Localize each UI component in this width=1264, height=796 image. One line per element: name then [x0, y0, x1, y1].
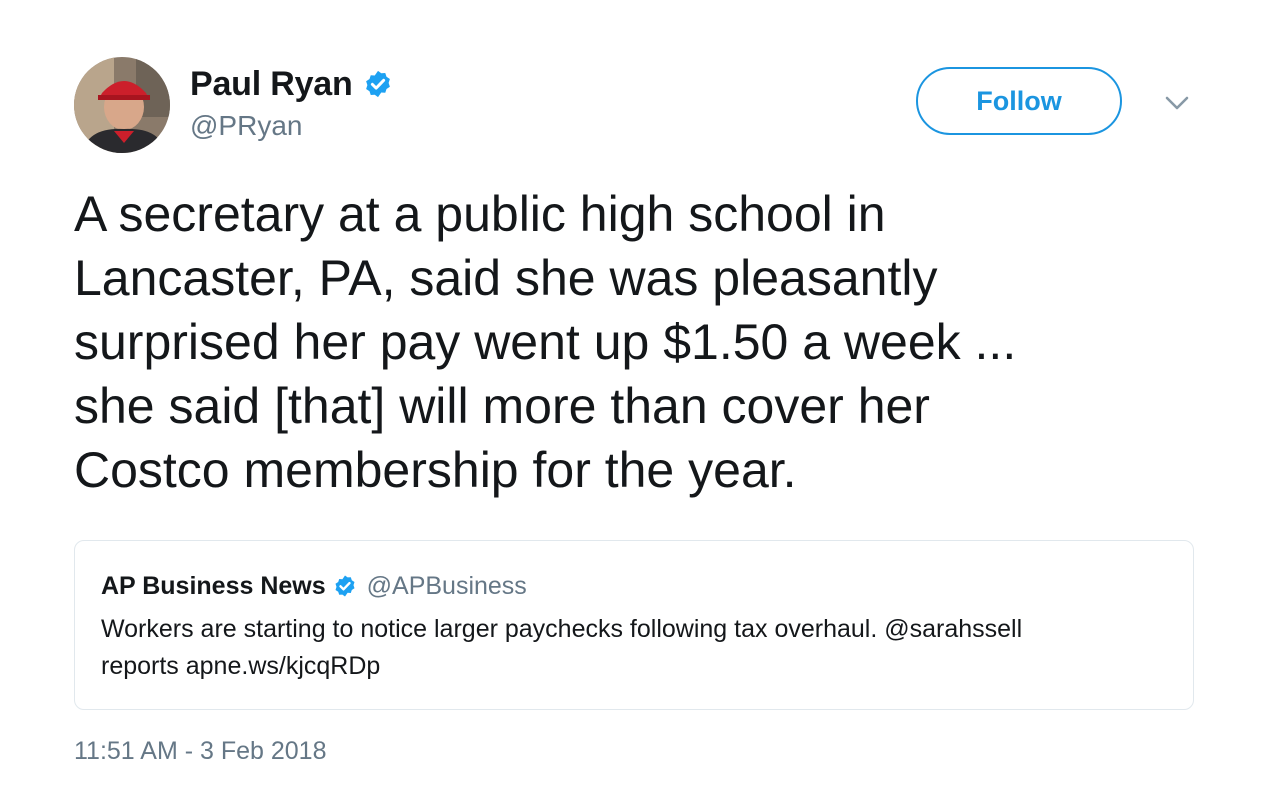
quoted-tweet-card[interactable]: AP Business News @APBusiness Workers are…: [74, 540, 1194, 710]
profile-photo: [74, 57, 170, 153]
quoted-tweet-text: Workers are starting to notice larger pa…: [101, 611, 1171, 685]
tweet-text-line: Lancaster, PA, said she was pleasantly: [74, 250, 938, 306]
quoted-tweet-header: AP Business News @APBusiness: [101, 569, 527, 603]
quoted-tweet-text-line: reports apne.ws/kjcqRDp: [101, 652, 381, 680]
tweet-timestamp[interactable]: 11:51 AM - 3 Feb 2018: [74, 737, 326, 766]
quoted-tweet-text-line: Workers are starting to notice larger pa…: [101, 615, 1023, 643]
author-handle[interactable]: @PRyan: [190, 110, 302, 142]
quoted-author-handle: @APBusiness: [366, 571, 527, 600]
avatar[interactable]: [74, 57, 170, 153]
tweet-text-line: Costco membership for the year.: [74, 442, 797, 498]
tweet-text-line: A secretary at a public high school in: [74, 186, 886, 242]
quoted-author-name: AP Business News: [101, 571, 326, 600]
author-name-row: Paul Ryan: [190, 62, 393, 106]
tweet-text-line: surprised her pay went up $1.50 a week .…: [74, 314, 1017, 370]
author-name[interactable]: Paul Ryan: [190, 65, 353, 104]
verified-badge-icon: [335, 575, 355, 597]
tweet-text: A secretary at a public high school in L…: [74, 182, 1184, 502]
verified-badge-icon: [365, 70, 390, 98]
follow-button[interactable]: Follow: [916, 67, 1122, 135]
tweet-text-line: she said [that] will more than cover her: [74, 378, 930, 434]
chevron-down-icon[interactable]: [1162, 88, 1192, 118]
